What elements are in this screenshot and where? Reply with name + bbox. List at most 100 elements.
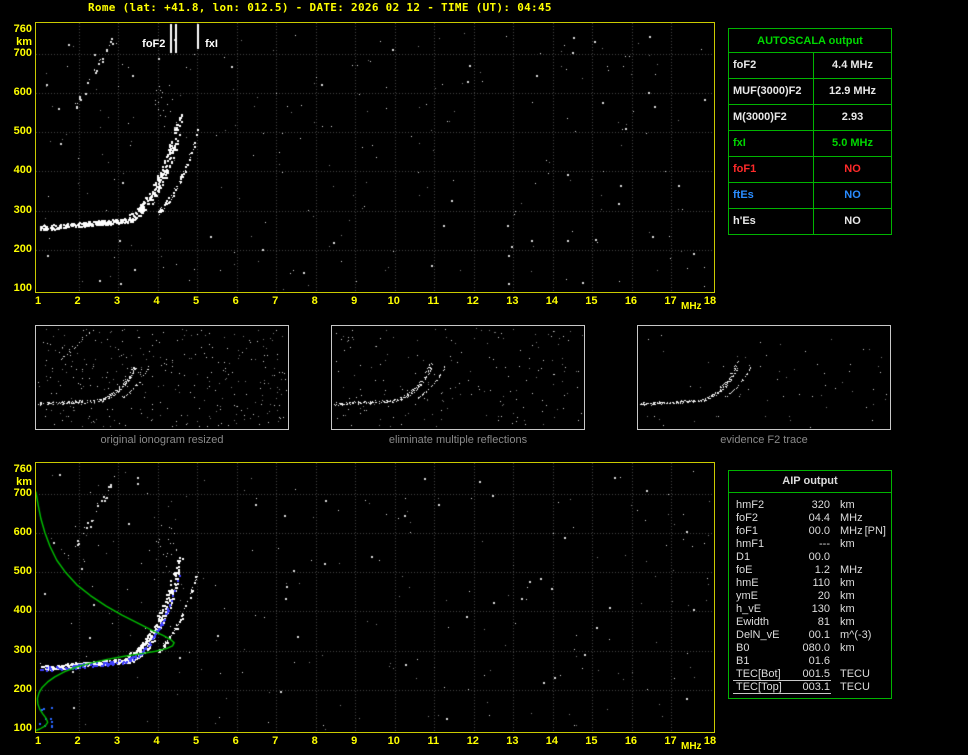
y-tick-label: 400	[13, 164, 32, 177]
aip-extra: [PN]	[864, 525, 886, 537]
aip-unit: km	[840, 577, 855, 589]
autoscala-value: NO	[844, 163, 861, 175]
aip-param: D1	[736, 551, 751, 563]
x-tick-label: 14	[545, 295, 558, 307]
x-tick-label: 2	[74, 735, 81, 747]
autoscala-row-fxI: fxI 5.0 MHz	[729, 130, 891, 156]
aip-value: 110	[812, 577, 830, 589]
aip-row-B0: B0 080.0 km	[729, 642, 891, 655]
x-tick-label: 3	[113, 735, 121, 747]
autoscala-value: 4.4 MHz	[832, 59, 873, 71]
aip-unit: TECU	[840, 681, 870, 693]
y-tick-label: 760	[13, 463, 32, 475]
x-tick-label: 12	[466, 735, 479, 747]
x-tick-label: 12	[466, 295, 479, 307]
aip-row-DelN_vE: DelN_vE 00.1 m^(-3)	[729, 629, 891, 642]
y-tick-label: 700	[13, 46, 32, 59]
aip-row-B1: B1 01.6	[729, 655, 891, 668]
aip-unit	[830, 551, 840, 564]
x-tick-label: 1	[34, 295, 42, 307]
x-tick-label: 13	[506, 295, 519, 307]
aip-value: 1.2	[814, 564, 830, 576]
aip-param: h_vE	[736, 603, 762, 615]
x-tick-label: 3	[113, 295, 121, 307]
autoscala-rows: foF2 4.4 MHz MUF(3000)F2 12.9 MHz M(3000)F2 2…	[729, 52, 891, 234]
autoscala-output-table: AUTOSCALA output foF2 4.4 MHz MUF(3000)F2 1…	[728, 28, 892, 235]
aip-row-h_vE: h_vE 130 km	[729, 603, 891, 616]
thumbnail-original-ionogram	[35, 325, 289, 430]
autoscala-param: h'Es	[729, 209, 814, 234]
x-tick-label: 17	[664, 735, 677, 747]
y-tick-label: 600	[13, 85, 32, 98]
autoscala-param: ftEs	[729, 183, 814, 208]
x-tick-label: 9	[351, 735, 358, 747]
x-tick-label: 10	[387, 295, 400, 307]
aip-value: 04.4	[808, 512, 830, 524]
aip-unit: km	[840, 603, 855, 615]
x-tick-label: 6	[232, 735, 239, 747]
autoscala-row-foF1: foF1 NO	[729, 156, 891, 182]
x-tick-label: 16	[624, 735, 638, 747]
x-tick-label: 11	[427, 735, 440, 747]
autoscala-value: NO	[844, 215, 861, 227]
autoscala-value: 5.0 MHz	[832, 137, 873, 149]
bottom-ionogram-canvas	[36, 463, 714, 732]
x-tick-label: 16	[624, 295, 638, 307]
autoscala-param: foF1	[729, 157, 814, 182]
x-tick-label: 2	[74, 295, 81, 307]
aip-param: foF1	[736, 525, 759, 537]
aip-row-hmF1: hmF1 --- km	[729, 538, 891, 551]
x-tick-label: 13	[506, 735, 519, 747]
aip-param: hmF1	[736, 538, 765, 550]
window-title: Rome (lat: +41.8, lon: 012.5) - DATE: 20…	[88, 1, 552, 14]
x-tick-label: 14	[545, 735, 558, 747]
x-tick-label: 8	[311, 735, 318, 747]
x-tick-label: 11	[427, 295, 440, 307]
aip-row-ymE: ymE 20 km	[729, 590, 891, 603]
thumbnail-caption: eliminate multiple reflections	[388, 434, 528, 446]
aip-param: foE	[736, 564, 753, 576]
bottom-ionogram-plot	[35, 462, 715, 733]
top-ionogram-canvas	[36, 23, 714, 292]
x-tick-label: 4	[153, 295, 160, 307]
x-axis-unit: MHz	[681, 741, 702, 752]
aip-row-foE: foE 1.2 MHz	[729, 564, 891, 577]
x-tick-label: 7	[272, 295, 279, 307]
aip-value: 130	[811, 603, 830, 615]
y-tick-label: 700	[13, 486, 32, 499]
aip-row-TEC[Top]: TEC[Top] 003.1 TECU	[729, 681, 891, 694]
autoscala-table-title: AUTOSCALA output	[757, 35, 863, 47]
aip-param: B1	[736, 655, 750, 667]
aip-unit: km	[840, 499, 855, 511]
foF2-marker-label: foF2	[142, 38, 166, 50]
thumbnail-eliminate-reflections	[331, 325, 585, 430]
y-tick-label: 500	[13, 565, 32, 578]
aip-unit: m^(-3)	[840, 629, 872, 641]
x-tick-label: 6	[232, 295, 239, 307]
y-tick-label: 500	[13, 125, 32, 138]
aip-row-TEC[Bot]: TEC[Bot] 001.5 TECU	[729, 668, 891, 681]
y-tick-label: 300	[13, 643, 32, 656]
autoscala-row-MUF(3000)F2: MUF(3000)F2 12.9 MHz	[729, 78, 891, 104]
aip-param: Ewidth	[736, 616, 770, 628]
aip-param: ymE	[736, 590, 758, 602]
thumbnail-eliminate-canvas	[332, 326, 584, 429]
x-tick-label: 15	[585, 735, 598, 747]
x-tick-label: 9	[351, 295, 358, 307]
aip-value: 81	[817, 616, 830, 628]
aip-unit: MHz	[840, 512, 863, 524]
x-tick-label: 4	[153, 735, 160, 747]
autoscala-param: MUF(3000)F2	[729, 79, 814, 104]
aip-table-title: AIP output	[729, 471, 891, 493]
aip-output-table: AIP output hmF2 320 km foF2 04.4 MHz foF1 00.0 M…	[728, 470, 892, 699]
x-tick-label: 17	[664, 295, 677, 307]
aip-unit: km	[840, 590, 855, 602]
y-tick-label: 200	[13, 682, 32, 695]
autoscala-window: { "header": { "title": "Rome (lat: +41.8…	[0, 0, 968, 755]
aip-row-foF1: foF1 00.0 MHz [PN]	[729, 525, 891, 538]
aip-value: 320	[811, 499, 830, 511]
x-tick-label: 5	[193, 735, 200, 747]
aip-param: B0	[736, 642, 750, 654]
aip-unit: km	[840, 616, 855, 628]
aip-param: DelN_vE	[736, 629, 780, 641]
